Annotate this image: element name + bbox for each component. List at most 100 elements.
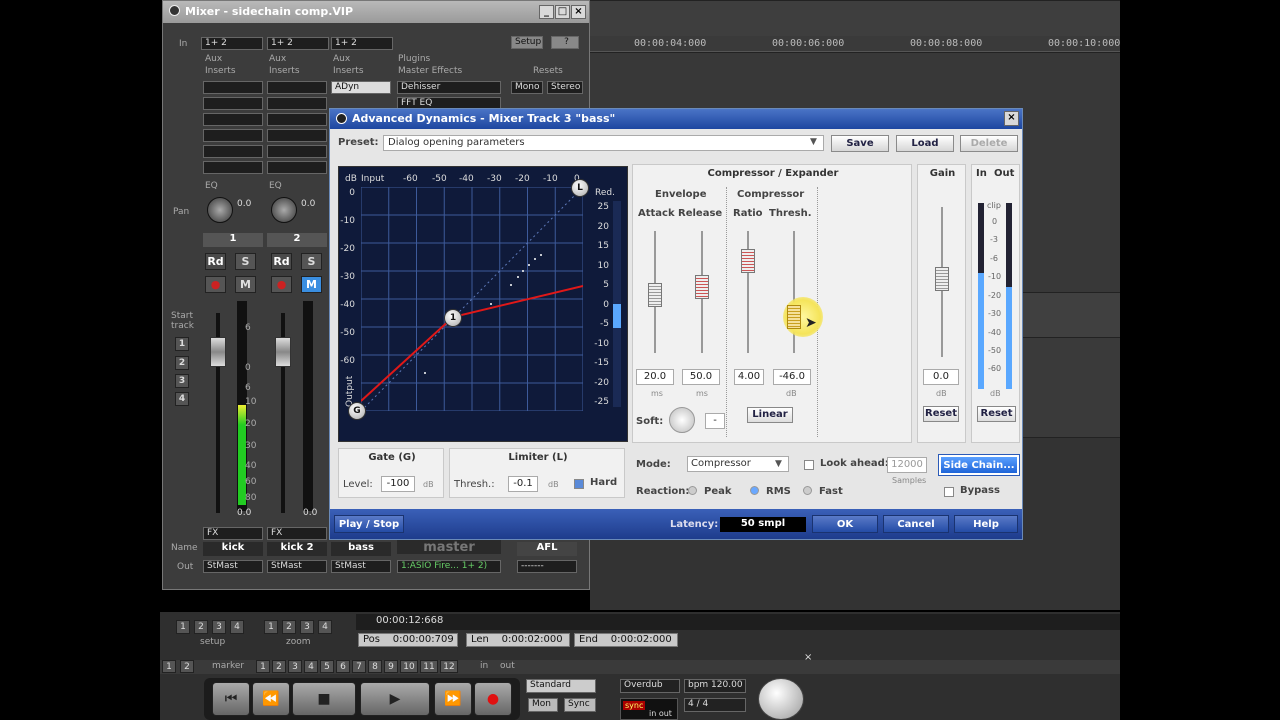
insert-slot[interactable] <box>267 113 327 126</box>
setup-number[interactable]: 3 <box>212 620 226 634</box>
insert-slot[interactable] <box>203 81 263 94</box>
insert-slot[interactable] <box>267 97 327 110</box>
marker-button[interactable]: 2 <box>272 660 286 673</box>
len-field[interactable]: Len 0:00:02:000 <box>466 633 570 647</box>
transfer-curve-graph[interactable]: dB Input -60 -50 -40 -30 -20 -10 0 0 -10… <box>338 166 628 442</box>
fast-radio[interactable] <box>803 486 812 495</box>
pan-knob[interactable] <box>207 197 233 223</box>
zoom-number[interactable]: 3 <box>300 620 314 634</box>
afl-button[interactable]: AFL <box>517 542 577 556</box>
close-icon[interactable]: × <box>1004 111 1019 126</box>
rewind-to-start-icon[interactable]: ⏮ <box>212 682 250 716</box>
track-button[interactable]: 1 <box>175 337 189 351</box>
read-button[interactable]: Rd <box>205 253 226 270</box>
chevron-down-icon[interactable]: ▼ <box>775 459 782 469</box>
overdub-select[interactable]: Overdub <box>620 679 680 693</box>
timeline-ruler[interactable]: 00:00:04:000 00:00:06:000 00:00:08:000 0… <box>590 36 1120 52</box>
limiter-node[interactable]: L <box>571 179 589 197</box>
compressor-node[interactable]: 1 <box>444 309 462 327</box>
play-stop-button[interactable]: Play / Stop <box>334 515 404 533</box>
side-chain-button[interactable]: Side Chain... <box>938 454 1020 476</box>
mixer-title-bar[interactable]: Mixer - sidechain comp.VIP _ □ × <box>163 1 589 23</box>
output-select[interactable]: StMast <box>267 560 327 573</box>
insert-slot[interactable] <box>203 129 263 142</box>
bypass-checkbox[interactable] <box>944 487 954 497</box>
mute-button-active[interactable]: M <box>301 276 322 293</box>
release-value[interactable]: 50.0 <box>682 369 720 385</box>
setup-number[interactable]: 4 <box>230 620 244 634</box>
linear-button[interactable]: Linear <box>747 407 793 423</box>
fast-forward-icon[interactable]: ⏩ <box>434 682 472 716</box>
read-button[interactable]: Rd <box>271 253 292 270</box>
hard-checkbox[interactable] <box>574 479 584 489</box>
stereo-button[interactable]: Stereo <box>547 81 583 94</box>
page-button[interactable]: 2 <box>180 660 194 673</box>
release-slider[interactable] <box>695 275 709 299</box>
bpm-field[interactable]: bpm 120.00 <box>684 679 746 693</box>
peak-radio[interactable] <box>688 486 697 495</box>
marker-button[interactable]: 9 <box>384 660 398 673</box>
pan-knob[interactable] <box>271 197 297 223</box>
help-button[interactable]: Help <box>954 515 1018 533</box>
preset-select[interactable]: Dialog opening parameters <box>383 135 824 151</box>
solo-button[interactable]: S <box>235 253 256 270</box>
fx-select[interactable]: FX <box>203 527 263 540</box>
volume-fader[interactable] <box>210 337 226 367</box>
page-button[interactable]: 1 <box>162 660 176 673</box>
record-arm-button[interactable]: ● <box>271 276 292 293</box>
channel-name-kick2[interactable]: kick 2 <box>267 542 327 556</box>
attack-slider[interactable] <box>648 283 662 307</box>
save-button[interactable]: Save <box>831 135 889 152</box>
thresh-slider[interactable] <box>787 305 801 329</box>
setup-number[interactable]: 1 <box>176 620 190 634</box>
soft-knob[interactable] <box>669 407 695 433</box>
jog-wheel[interactable] <box>758 678 804 720</box>
signature-field[interactable]: 4 / 4 <box>684 698 746 712</box>
gate-node[interactable]: G <box>348 402 366 420</box>
look-ahead-value[interactable]: 12000 <box>887 457 927 473</box>
soft-value[interactable]: - <box>705 413 725 429</box>
zoom-number[interactable]: 2 <box>282 620 296 634</box>
rms-radio[interactable] <box>750 486 759 495</box>
gate-level-value[interactable]: -100 <box>381 476 415 492</box>
minimize-icon[interactable]: _ <box>539 5 554 19</box>
gain-reset-button[interactable]: Reset <box>923 406 959 422</box>
track-button[interactable]: 4 <box>175 392 189 406</box>
insert-slot-adyn[interactable]: ADyn <box>331 81 391 94</box>
maximize-icon[interactable]: □ <box>555 5 570 19</box>
plugin-slot[interactable]: Dehisser <box>397 81 501 94</box>
output-select[interactable]: StMast <box>331 560 391 573</box>
insert-slot[interactable] <box>203 113 263 126</box>
cancel-button[interactable]: Cancel <box>883 515 949 533</box>
marker-button[interactable]: 1 <box>256 660 270 673</box>
setup-number[interactable]: 2 <box>194 620 208 634</box>
marker-button[interactable]: 12 <box>440 660 458 673</box>
end-field[interactable]: End 0:00:02:000 <box>574 633 678 647</box>
insert-slot[interactable] <box>267 81 327 94</box>
look-ahead-checkbox[interactable] <box>804 460 814 470</box>
marker-button[interactable]: 10 <box>400 660 418 673</box>
marker-button[interactable]: 5 <box>320 660 334 673</box>
close-icon[interactable]: × <box>804 652 812 663</box>
setup-button[interactable]: Setup <box>511 36 543 49</box>
pos-field[interactable]: Pos 0:00:00:709 <box>358 633 458 647</box>
volume-fader[interactable] <box>275 337 291 367</box>
dialog-title-bar[interactable]: Advanced Dynamics - Mixer Track 3 "bass"… <box>330 109 1022 129</box>
gain-slider[interactable] <box>935 267 949 291</box>
channel-name-master[interactable]: master <box>397 540 501 555</box>
marker-button[interactable]: 3 <box>288 660 302 673</box>
input-select-3[interactable]: 1+ 2 <box>331 37 393 50</box>
record-icon[interactable]: ● <box>474 682 512 716</box>
attack-value[interactable]: 20.0 <box>636 369 674 385</box>
insert-slot[interactable] <box>267 145 327 158</box>
help-button[interactable]: ? <box>551 36 579 49</box>
close-icon[interactable]: × <box>571 5 586 19</box>
marker-button[interactable]: 4 <box>304 660 318 673</box>
track-button[interactable]: 2 <box>175 356 189 370</box>
insert-slot[interactable] <box>267 161 327 174</box>
stop-icon[interactable]: ■ <box>292 682 356 716</box>
output-select[interactable]: StMast <box>203 560 263 573</box>
channel-name-kick[interactable]: kick <box>203 542 263 556</box>
zoom-number[interactable]: 1 <box>264 620 278 634</box>
track-button[interactable]: 3 <box>175 374 189 388</box>
